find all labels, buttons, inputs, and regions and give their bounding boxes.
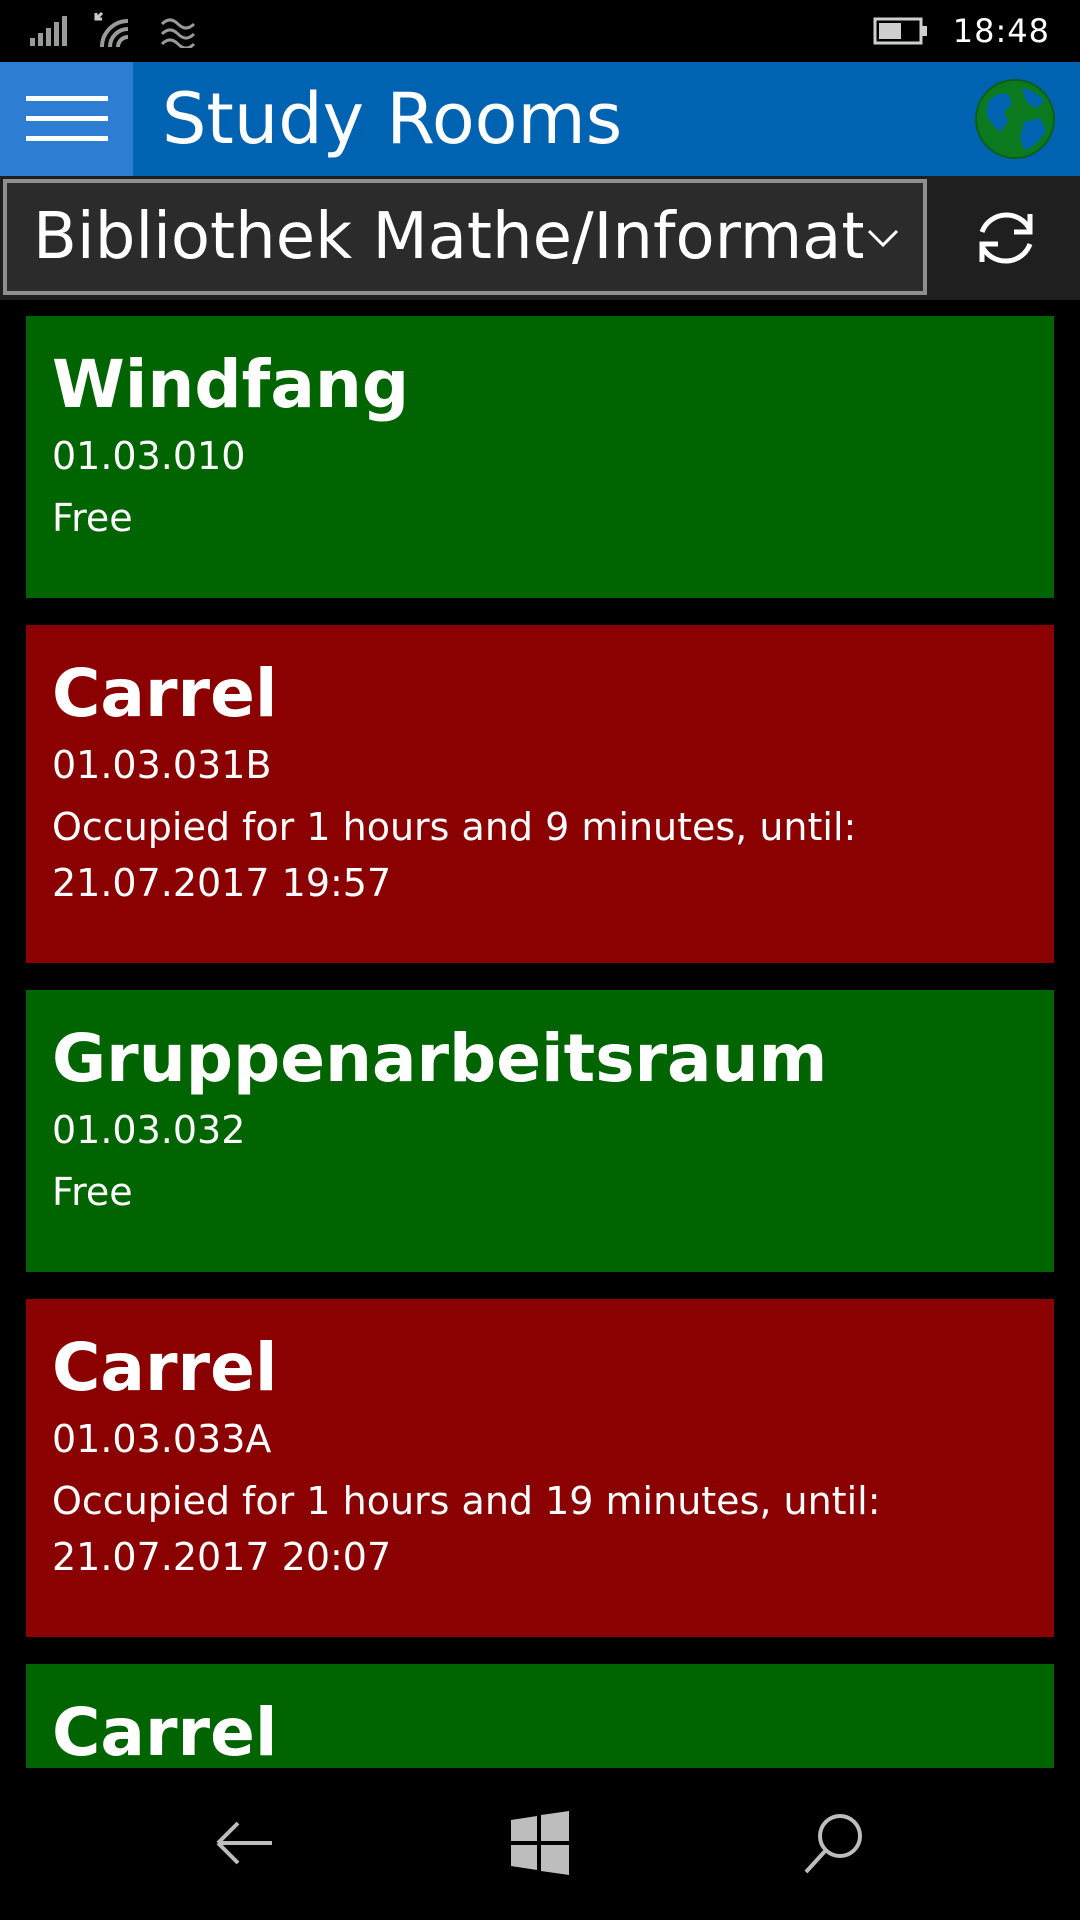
room-name: Gruppenarbeitsraum [52,1020,828,1097]
app-bar: Study Rooms [0,62,1080,176]
signal-icon [30,16,67,46]
room-name: Carrel [52,1694,278,1768]
room-name: Carrel [52,1329,278,1406]
room-code: 01.03.031B [52,743,272,787]
wifi-icon [94,11,129,48]
room-code: 01.03.033A [52,1417,272,1461]
cellular-data-icon [160,18,196,48]
room-code: 01.03.010 [52,434,246,478]
room-card[interactable]: Carrel [26,1664,1054,1768]
refresh-icon [979,212,1033,264]
room-status: Occupied for 1 hours and 9 minutes, unti… [52,805,857,905]
clock: 18:48 [952,12,1050,50]
page-title: Study Rooms [162,78,623,160]
room-card[interactable]: Gruppenarbeitsraum 01.03.032 Free [26,990,1054,1272]
room-name: Carrel [52,655,278,732]
room-status: Free [52,1170,133,1214]
hamburger-menu-button[interactable] [0,62,133,176]
room-status: Free [52,496,133,540]
back-arrow-icon[interactable] [210,1808,280,1878]
globe-icon[interactable] [974,78,1056,160]
refresh-button[interactable] [932,176,1080,300]
battery-icon [873,17,927,45]
selector-row: Bibliothek Mathe/Informatik [0,176,1080,300]
room-card[interactable]: Windfang 01.03.010 Free [26,316,1054,598]
room-name: Windfang [52,346,410,423]
room-card[interactable]: Carrel 01.03.031B Occupied for 1 hours a… [26,625,1054,963]
status-bar: 18:48 [0,0,1080,62]
hamburger-menu-icon [25,96,108,141]
room-list[interactable]: Windfang 01.03.010 Free Carrel 01.03.031… [26,300,1054,1768]
chevron-down-icon [867,229,899,248]
search-icon[interactable] [800,1808,870,1878]
navigation-bar [0,1768,1080,1920]
windows-start-icon[interactable] [505,1808,575,1878]
library-dropdown[interactable]: Bibliothek Mathe/Informatik [3,179,927,295]
room-status: Occupied for 1 hours and 19 minutes, unt… [52,1479,881,1579]
room-card[interactable]: Carrel 01.03.033A Occupied for 1 hours a… [26,1299,1054,1637]
library-dropdown-value: Bibliothek Mathe/Informatik [33,200,863,274]
room-code: 01.03.032 [52,1108,246,1152]
